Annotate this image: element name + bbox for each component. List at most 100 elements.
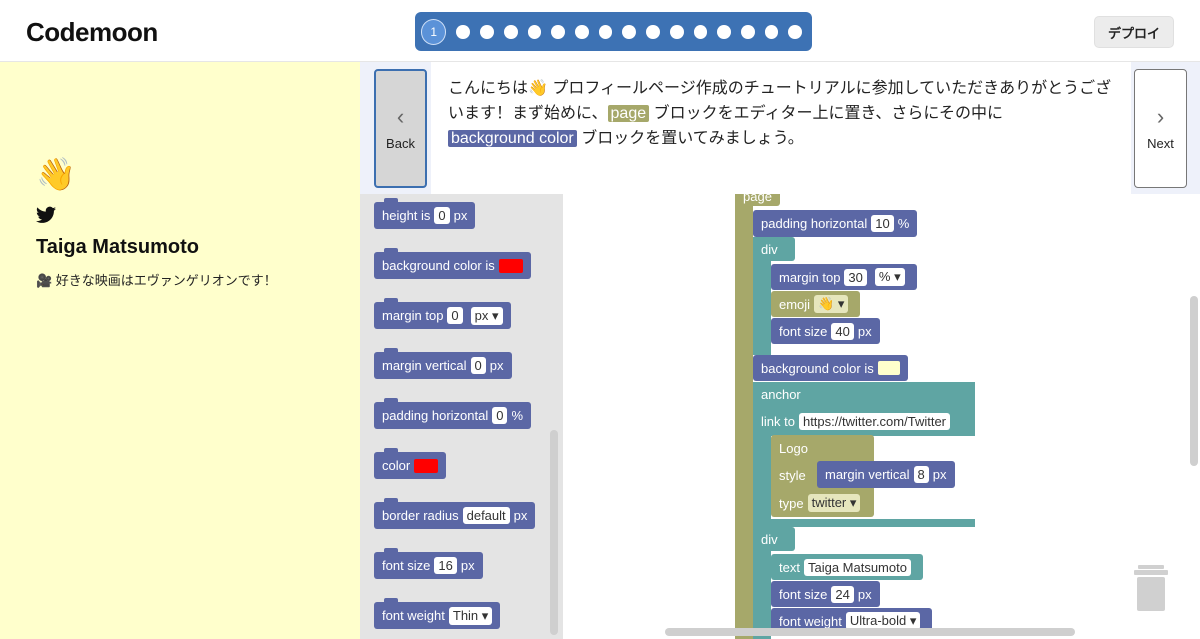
margin-vertical-value[interactable]: 8 xyxy=(913,466,929,483)
deploy-button[interactable]: デプロイ xyxy=(1094,16,1174,48)
page-block-spine[interactable] xyxy=(735,194,753,639)
padding-horizontal-value-field[interactable]: 0 xyxy=(492,407,508,424)
unit-label: % xyxy=(511,408,524,423)
toolbox-border-radius-block[interactable]: border radius default px xyxy=(374,498,536,529)
toolbox-scrollbar[interactable] xyxy=(550,430,558,635)
font-size-value[interactable]: 40 xyxy=(831,322,854,340)
color-swatch[interactable] xyxy=(498,258,523,273)
type-dropdown[interactable]: twitter ▾ xyxy=(807,494,861,512)
unit-label: px xyxy=(453,208,468,223)
block-label: font size xyxy=(779,323,828,339)
toolbox-margin-vertical-block[interactable]: margin vertical 0 px xyxy=(374,348,512,379)
workspace-vertical-scrollbar[interactable] xyxy=(1190,296,1198,466)
link-to-row: link to https://twitter.com/Twitter xyxy=(753,408,962,434)
block-label: background color is xyxy=(382,258,495,273)
step-8[interactable] xyxy=(598,24,613,39)
toolbox-background-color-block[interactable]: background color is xyxy=(374,248,531,279)
toolbox-font-size-block[interactable]: font size 16 px xyxy=(374,548,483,579)
div-label: div xyxy=(761,531,778,547)
block-label: margin top xyxy=(382,308,444,323)
font-size-block[interactable]: font size 40 px xyxy=(771,318,880,344)
block-label: emoji xyxy=(779,296,811,312)
step-10[interactable] xyxy=(646,24,660,39)
emoji-block[interactable]: emoji 👋 ▾ xyxy=(771,291,861,317)
unit-label: px xyxy=(489,358,504,373)
block-label: height is xyxy=(382,208,431,223)
step-16[interactable] xyxy=(788,24,803,39)
step-9[interactable] xyxy=(622,24,637,39)
next-label: Next xyxy=(1147,136,1174,151)
step-12[interactable] xyxy=(693,24,708,39)
toolbox-font-weight-block[interactable]: font weight Thin ▾ xyxy=(374,598,501,629)
color-swatch[interactable] xyxy=(414,458,439,473)
div-2-block-header[interactable]: div xyxy=(753,527,795,551)
unit-label: px xyxy=(857,586,872,602)
step-11[interactable] xyxy=(669,24,684,39)
block-label: padding horizontal xyxy=(382,408,489,423)
border-radius-value-field[interactable]: default xyxy=(462,507,510,524)
block-label: margin vertical xyxy=(825,467,910,482)
toolbox-margin-top-block[interactable]: margin top 0 px ▾ xyxy=(374,298,511,329)
padding-horizontal-value[interactable]: 10 xyxy=(871,215,894,232)
anchor-label: anchor xyxy=(761,386,801,402)
chevron-left-icon: ‹ xyxy=(396,104,405,129)
block-label: font weight xyxy=(779,613,842,629)
background-color-block[interactable]: background color is xyxy=(753,355,908,381)
step-6[interactable] xyxy=(551,24,565,39)
div-block-header[interactable]: div xyxy=(753,237,795,261)
font-size-2-block[interactable]: font size 24 px xyxy=(771,581,880,607)
color-swatch[interactable] xyxy=(877,361,900,375)
block-label: font weight xyxy=(382,608,445,623)
padding-horizontal-block[interactable]: padding horizontal 10 % xyxy=(753,210,918,237)
step-2[interactable] xyxy=(456,24,471,39)
text-value-field[interactable]: Taiga Matsumoto xyxy=(803,558,911,576)
margin-top-value[interactable]: 30 xyxy=(844,268,867,286)
height-value-field[interactable]: 0 xyxy=(434,207,450,224)
type-row: type twitter ▾ xyxy=(771,490,872,516)
toolbox-padding-horizontal-block[interactable]: padding horizontal 0 % xyxy=(374,398,532,429)
margin-vertical-block[interactable]: margin vertical 8 px xyxy=(817,461,955,488)
step-14[interactable] xyxy=(740,24,755,39)
font-weight-dropdown[interactable]: Thin ▾ xyxy=(448,606,493,625)
step-1[interactable]: 1 xyxy=(421,18,447,45)
unit-dropdown[interactable]: px ▾ xyxy=(470,306,503,325)
emoji-dropdown[interactable]: 👋 ▾ xyxy=(814,295,849,313)
unit-dropdown[interactable]: % ▾ xyxy=(874,268,905,286)
font-weight-value: Ultra-bold xyxy=(849,613,907,628)
style-row: style xyxy=(771,462,814,488)
toolbox-height-block[interactable]: height is 0 px xyxy=(374,198,476,229)
step-3[interactable] xyxy=(480,24,494,39)
style-label: style xyxy=(779,467,806,483)
step-7[interactable] xyxy=(575,24,589,39)
margin-vertical-value-field[interactable]: 0 xyxy=(470,357,486,374)
tutorial-text-part-3: ブロックを置いてみましょう。 xyxy=(576,130,804,147)
chevron-down-icon: ▾ xyxy=(481,607,489,623)
step-4[interactable] xyxy=(503,24,518,39)
step-13[interactable] xyxy=(717,24,731,39)
trash-icon[interactable] xyxy=(1134,565,1168,611)
unit-label: px xyxy=(474,307,489,323)
step-5[interactable] xyxy=(527,24,542,39)
toolbox-color-block[interactable]: color xyxy=(374,448,447,479)
link-url-field[interactable]: https://twitter.com/Twitter xyxy=(798,412,951,430)
font-size-value[interactable]: 24 xyxy=(831,585,854,603)
unit-label: px xyxy=(460,558,475,573)
highlight-background-color-block: background color xyxy=(448,130,577,147)
font-size-value-field[interactable]: 16 xyxy=(434,557,457,574)
emoji-value: 👋 xyxy=(818,296,835,311)
app-logo[interactable]: Codemoon xyxy=(26,17,158,48)
next-button[interactable]: › Next xyxy=(1134,69,1187,188)
text-block[interactable]: text Taiga Matsumoto xyxy=(771,554,923,580)
logo-label-row: Logo xyxy=(771,436,816,460)
back-button[interactable]: ‹ Back xyxy=(374,69,427,188)
workspace-horizontal-scrollbar[interactable] xyxy=(665,628,1075,636)
margin-top-block[interactable]: margin top 30 % ▾ xyxy=(771,264,917,290)
twitter-icon[interactable] xyxy=(36,206,56,224)
anchor-block-footer[interactable] xyxy=(753,519,975,527)
wave-emoji: 👋 xyxy=(36,156,76,192)
unit-label: % xyxy=(897,216,910,231)
step-15[interactable] xyxy=(764,24,779,39)
tutorial-text: こんにちは👋 プロフィールページ作成のチュートリアルに参加していただきありがとう… xyxy=(431,62,1131,194)
margin-top-value-field[interactable]: 0 xyxy=(447,307,463,324)
page-block-header[interactable]: page xyxy=(735,194,780,206)
